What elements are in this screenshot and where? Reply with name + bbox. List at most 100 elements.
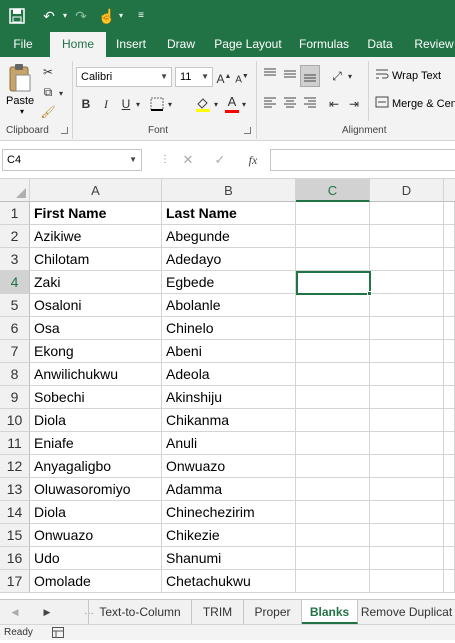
cell-d6[interactable] <box>370 317 444 340</box>
cell-c12[interactable] <box>296 455 370 478</box>
row-header[interactable]: 13 <box>0 478 30 501</box>
row-header[interactable]: 16 <box>0 547 30 570</box>
column-header-c[interactable]: C <box>296 179 370 202</box>
cell-d1[interactable] <box>370 202 444 225</box>
align-middle-icon[interactable] <box>282 67 298 85</box>
paste-icon[interactable] <box>8 63 32 93</box>
copy-dropdown-icon[interactable]: ▾ <box>57 85 65 103</box>
format-painter-icon[interactable]: 🖌 <box>40 103 56 121</box>
name-box[interactable]: C4 ▼ <box>2 149 142 171</box>
underline-icon[interactable]: U <box>118 95 134 113</box>
column-header-d[interactable]: D <box>370 179 444 202</box>
cell-d9[interactable] <box>370 386 444 409</box>
cell-a11[interactable]: Eniafe <box>30 432 162 455</box>
cell-c8[interactable] <box>296 363 370 386</box>
sheet-tab-text-to-column[interactable]: Text-to-Column <box>88 600 192 624</box>
cell-a2[interactable]: Azikiwe <box>30 225 162 248</box>
row-header[interactable]: 11 <box>0 432 30 455</box>
borders-icon[interactable] <box>148 95 166 113</box>
customize-qat-icon[interactable]: ≡ <box>134 4 148 28</box>
align-center-icon[interactable] <box>282 95 298 113</box>
font-color-icon[interactable]: A <box>224 93 240 113</box>
cell-b11[interactable]: Anuli <box>162 432 296 455</box>
fill-handle[interactable] <box>367 291 372 296</box>
orientation-dropdown-icon[interactable]: ▾ <box>346 68 354 86</box>
fill-color-dropdown-icon[interactable]: ▾ <box>212 96 220 114</box>
borders-dropdown-icon[interactable]: ▾ <box>166 96 174 114</box>
cell-e6[interactable] <box>444 317 455 340</box>
tab-file[interactable]: File <box>0 32 46 57</box>
increase-font-icon[interactable]: A▲ <box>216 68 232 86</box>
cell-e14[interactable] <box>444 501 455 524</box>
merge-center-icon[interactable] <box>374 95 390 113</box>
cell-e16[interactable] <box>444 547 455 570</box>
cell-b10[interactable]: Chikanma <box>162 409 296 432</box>
decrease-font-icon[interactable]: A▼ <box>234 68 250 86</box>
cell-d16[interactable] <box>370 547 444 570</box>
cell-e11[interactable] <box>444 432 455 455</box>
cell-e10[interactable] <box>444 409 455 432</box>
cell-b2[interactable]: Abegunde <box>162 225 296 248</box>
align-top-icon[interactable] <box>262 67 278 85</box>
cell-e5[interactable] <box>444 294 455 317</box>
cell-e15[interactable] <box>444 524 455 547</box>
cell-d7[interactable] <box>370 340 444 363</box>
cell-a16[interactable]: Udo <box>30 547 162 570</box>
cell-e9[interactable] <box>444 386 455 409</box>
row-header[interactable]: 9 <box>0 386 30 409</box>
align-left-icon[interactable] <box>262 95 278 113</box>
cell-a15[interactable]: Onwuazo <box>30 524 162 547</box>
paste-dropdown-icon[interactable]: ▾ <box>20 107 24 116</box>
cell-d3[interactable] <box>370 248 444 271</box>
cell-c5[interactable] <box>296 294 370 317</box>
cell-b3[interactable]: Adedayo <box>162 248 296 271</box>
sheet-tab-trim[interactable]: TRIM <box>192 600 244 624</box>
clipboard-launcher-icon[interactable] <box>61 127 68 134</box>
row-header[interactable]: 14 <box>0 501 30 524</box>
cell-d11[interactable] <box>370 432 444 455</box>
fill-color-icon[interactable] <box>194 95 212 113</box>
cell-b17[interactable]: Chetachukwu <box>162 570 296 593</box>
row-header[interactable]: 15 <box>0 524 30 547</box>
row-header[interactable]: 5 <box>0 294 30 317</box>
undo-dropdown-icon[interactable]: ▾ <box>60 4 70 28</box>
cell-b15[interactable]: Chikezie <box>162 524 296 547</box>
cell-d10[interactable] <box>370 409 444 432</box>
active-cell-c4[interactable] <box>296 271 371 295</box>
row-header[interactable]: 12 <box>0 455 30 478</box>
cell-c7[interactable] <box>296 340 370 363</box>
copy-icon[interactable]: ⧉ <box>40 83 56 101</box>
redo-icon[interactable]: ↷ <box>70 4 92 28</box>
cell-a14[interactable]: Diola <box>30 501 162 524</box>
cell-b6[interactable]: Chinelo <box>162 317 296 340</box>
font-name-select[interactable]: Calibri ▼ <box>76 67 172 87</box>
cell-b4[interactable]: Egbede <box>162 271 296 294</box>
cell-d8[interactable] <box>370 363 444 386</box>
macro-record-icon[interactable] <box>52 627 64 638</box>
row-header[interactable]: 6 <box>0 317 30 340</box>
cell-b14[interactable]: Chinechezirim <box>162 501 296 524</box>
scroll-left-icon[interactable]: ◀ <box>8 604 22 620</box>
cell-d12[interactable] <box>370 455 444 478</box>
row-header[interactable]: 4 <box>0 271 30 294</box>
tab-draw[interactable]: Draw <box>160 32 202 57</box>
undo-icon[interactable]: ↶ <box>38 4 60 28</box>
cell-b1[interactable]: Last Name <box>162 202 296 225</box>
tab-data[interactable]: Data <box>362 32 398 57</box>
cell-b13[interactable]: Adamma <box>162 478 296 501</box>
row-header[interactable]: 17 <box>0 570 30 593</box>
row-header[interactable]: 8 <box>0 363 30 386</box>
cell-d14[interactable] <box>370 501 444 524</box>
cell-e2[interactable] <box>444 225 455 248</box>
cell-c3[interactable] <box>296 248 370 271</box>
cell-a13[interactable]: Oluwasoromiyo <box>30 478 162 501</box>
bold-icon[interactable]: B <box>78 95 94 113</box>
cell-c15[interactable] <box>296 524 370 547</box>
align-right-icon[interactable] <box>302 95 318 113</box>
cell-e3[interactable] <box>444 248 455 271</box>
cell-d15[interactable] <box>370 524 444 547</box>
cell-a4[interactable]: Zaki <box>30 271 162 294</box>
cell-c2[interactable] <box>296 225 370 248</box>
row-header[interactable]: 1 <box>0 202 30 225</box>
wrap-text-icon[interactable] <box>374 67 390 85</box>
